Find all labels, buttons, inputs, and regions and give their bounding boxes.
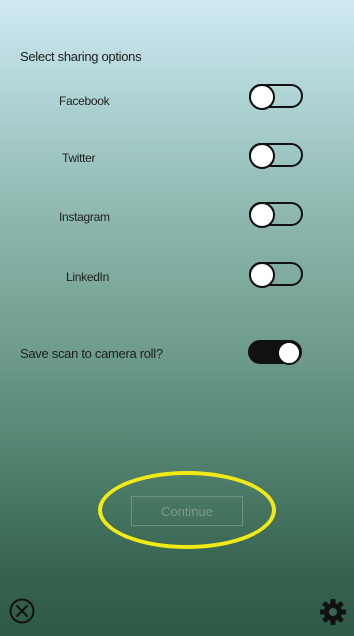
linkedin-toggle[interactable] [249,262,303,288]
twitter-toggle[interactable] [249,143,303,169]
instagram-toggle[interactable] [249,202,303,228]
toggle-knob [249,202,275,228]
continue-button[interactable]: Continue [131,496,243,526]
toggle-knob [249,143,275,169]
save-scan-toggle[interactable] [248,340,302,365]
instagram-label: Instagram [59,210,110,224]
gear-icon[interactable] [318,597,348,627]
twitter-label: Twitter [62,151,96,165]
toggle-knob [277,341,301,365]
save-scan-label: Save scan to camera roll? [20,346,163,361]
facebook-label: Facebook [59,94,110,108]
close-icon[interactable] [8,597,36,625]
facebook-toggle[interactable] [249,84,303,110]
sharing-options-heading: Select sharing options [20,49,142,64]
linkedin-label: LinkedIn [66,270,109,284]
toggle-knob [249,84,275,110]
toggle-knob [249,262,275,288]
sharing-options-screen: Select sharing options Facebook Twitter … [0,0,354,636]
